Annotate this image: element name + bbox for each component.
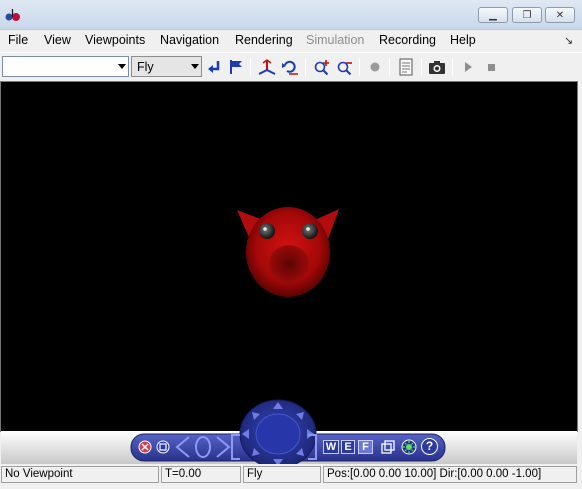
minimize-icon[interactable]	[156, 440, 170, 454]
menu-view[interactable]: View	[44, 33, 71, 47]
maximize-icon: ❐	[522, 9, 532, 21]
menu-simulation[interactable]: Simulation	[306, 33, 364, 47]
menu-bar: File View Viewpoints Navigation Renderin…	[0, 30, 582, 50]
w-button[interactable]: W	[323, 440, 339, 454]
headlight-icon[interactable]	[401, 439, 417, 455]
undo-move-icon[interactable]	[280, 57, 300, 77]
zoom-in-icon[interactable]	[312, 57, 332, 77]
status-position: Pos:[0.00 0.00 10.00] Dir:[0.00 0.00 -1.…	[323, 466, 577, 483]
toolbar-separator	[305, 58, 306, 76]
f-button-label: F	[362, 441, 369, 453]
straighten-icon[interactable]	[257, 57, 277, 77]
close-icon: ✕	[555, 9, 565, 21]
status-bar: No Viewpoint T=0.00 Fly Pos:[0.00 0.00 1…	[0, 464, 582, 489]
navigation-mode-select[interactable]: Fly	[131, 56, 202, 77]
3d-viewport[interactable]	[1, 82, 577, 431]
w-button-label: W	[325, 441, 337, 453]
toolbar-separator	[421, 58, 422, 76]
toolbar-separator	[389, 58, 390, 76]
navigation-mode-value: Fly	[137, 60, 154, 74]
orbit-controls[interactable]	[175, 435, 231, 459]
zoom-out-icon[interactable]	[335, 57, 355, 77]
layers-icon[interactable]	[381, 440, 395, 454]
minimize-window-button[interactable]: ▁	[478, 7, 508, 23]
toolbar-separator	[359, 58, 360, 76]
play-icon[interactable]	[458, 57, 478, 77]
camera-icon[interactable]	[427, 57, 447, 77]
e-button-label: E	[344, 441, 352, 453]
orbit-icon[interactable]	[195, 436, 211, 458]
help-icon[interactable]: ?	[421, 438, 438, 455]
status-mode: Fly	[243, 466, 321, 483]
app-icon	[5, 9, 20, 21]
status-time: T=0.00	[161, 466, 241, 483]
menu-viewpoints[interactable]: Viewpoints	[85, 33, 145, 47]
navigation-panel-area: W E F ?	[1, 399, 577, 468]
toolbar-separator	[250, 58, 251, 76]
document-icon[interactable]	[396, 57, 416, 77]
viewpoint-select[interactable]	[2, 56, 129, 77]
directional-pad[interactable]	[238, 398, 318, 468]
maximize-window-button[interactable]: ❐	[512, 7, 542, 23]
return-arrow-icon[interactable]	[204, 57, 224, 77]
f-button[interactable]: F	[358, 440, 373, 454]
flag-icon[interactable]	[226, 57, 246, 77]
close-icon[interactable]	[138, 440, 152, 454]
menu-navigation[interactable]: Navigation	[160, 33, 219, 47]
chevron-down-icon	[191, 64, 199, 69]
menu-recording[interactable]: Recording	[379, 33, 436, 47]
red-creature-model	[237, 207, 339, 297]
toolbar-separator	[452, 58, 453, 76]
menu-file[interactable]: File	[8, 33, 28, 47]
minimize-icon: ▁	[489, 9, 497, 21]
rotate-left-icon[interactable]	[175, 436, 190, 458]
record-icon[interactable]	[365, 57, 385, 77]
dock-arrow-icon[interactable]: ↘	[564, 34, 573, 47]
menu-rendering[interactable]: Rendering	[235, 33, 293, 47]
status-viewpoint: No Viewpoint	[1, 466, 159, 483]
rotate-right-icon[interactable]	[216, 436, 231, 458]
e-button[interactable]: E	[341, 440, 355, 454]
help-label: ?	[425, 439, 434, 453]
pan-left-icon[interactable]	[229, 434, 241, 460]
close-window-button[interactable]: ✕	[545, 7, 575, 23]
pan-right-icon[interactable]	[307, 434, 319, 460]
stop-icon[interactable]	[481, 57, 501, 77]
toolbar: Fly	[0, 52, 582, 80]
menu-help[interactable]: Help	[450, 33, 476, 47]
chevron-down-icon	[118, 64, 126, 69]
title-bar: ▁ ❐ ✕	[0, 0, 582, 30]
